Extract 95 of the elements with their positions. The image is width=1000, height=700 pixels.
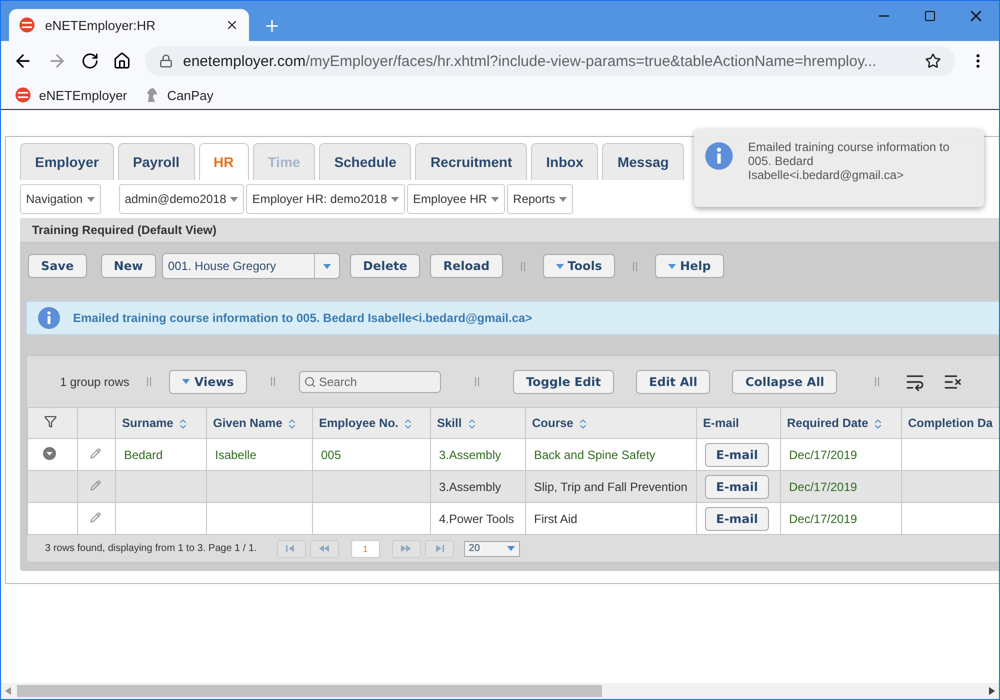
table-cell: 4.Power Tools <box>430 502 526 534</box>
new-button[interactable]: New <box>100 254 156 278</box>
info-icon <box>37 306 61 330</box>
column-header[interactable]: Surname <box>116 408 206 438</box>
pager-arrow-icon <box>401 545 412 552</box>
pager-arrow-icon <box>434 545 444 552</box>
logo-icon <box>15 87 31 103</box>
nav-dropdown[interactable]: admin@demo2018 <box>118 184 244 214</box>
email-button[interactable]: E-mail <box>705 506 770 530</box>
scroll-left-icon[interactable] <box>5 687 11 695</box>
column-header[interactable]: Given Name <box>206 408 312 438</box>
panel-title: Training Required (Default View) <box>20 218 999 243</box>
edit-icon[interactable] <box>90 448 101 458</box>
delete-button[interactable]: Delete <box>350 254 420 278</box>
help-button[interactable]: Help <box>655 254 724 278</box>
toast-text: Isabelle<i.bedard@gmail.ca> <box>748 168 905 182</box>
email-button[interactable]: E-mail <box>705 474 770 498</box>
module-tab[interactable]: Payroll <box>118 143 195 180</box>
caret-icon <box>322 264 331 268</box>
column-header[interactable]: Course <box>526 408 696 438</box>
toast-text: 005. Bedard <box>748 154 814 169</box>
column-header[interactable]: E-mail <box>696 408 780 438</box>
edit-icon[interactable] <box>90 480 101 490</box>
search-icon <box>304 376 316 388</box>
caret-icon <box>491 196 500 202</box>
caret-icon <box>182 379 190 384</box>
caret-icon <box>556 264 564 268</box>
table-cell: First Aid <box>526 502 696 534</box>
module-tab[interactable]: Inbox <box>531 143 598 180</box>
separator-handle-icon <box>875 377 880 386</box>
group-rows-count: 1 group rows <box>60 374 130 388</box>
separator-handle-icon <box>633 262 637 270</box>
horse-icon <box>145 87 160 103</box>
maximize-icon[interactable] <box>924 10 936 22</box>
new-tab-icon[interactable] <box>263 17 281 35</box>
caret-icon <box>230 196 238 202</box>
tab-title: eNETEmployer:HR <box>45 18 157 32</box>
caret-icon <box>86 196 95 202</box>
browser-tab[interactable]: eNETEmployer:HR <box>9 9 249 41</box>
toggle-edit-button[interactable]: Toggle Edit <box>512 370 614 394</box>
lock-icon <box>159 54 173 68</box>
bookmark[interactable]: eNETEmployer <box>15 87 128 103</box>
info-icon <box>704 141 734 171</box>
table-row[interactable]: Bedard Isabelle 005 3.Assembly Back and Spine Safety E-mail Dec/17/2019 <box>28 438 999 470</box>
table-cell: Dec/17/2019 <box>780 502 902 534</box>
table-row[interactable]: 3.Assembly Slip, Trip and Fall Prevention E-mail Dec/17/2019 <box>28 470 999 502</box>
row-count-text: 3 rows found, displaying from 1 to 3. Page 1 / 1. <box>45 543 257 554</box>
page-size-select[interactable]: 20 <box>464 540 520 556</box>
save-button[interactable]: Save <box>28 254 87 278</box>
module-tab[interactable]: Employer <box>20 143 114 180</box>
pager-arrow-icon <box>286 545 296 552</box>
views-button[interactable]: Views <box>169 370 247 394</box>
reload-button[interactable]: Reload <box>430 254 503 278</box>
bookmark[interactable]: CanPay <box>145 87 214 103</box>
separator-handle-icon <box>270 377 275 386</box>
filter-header[interactable] <box>28 408 78 438</box>
column-header[interactable]: Skill <box>430 408 526 438</box>
module-tab[interactable]: Messag <box>602 143 684 180</box>
nav-dropdown[interactable]: Navigation <box>20 184 101 214</box>
edit-all-button[interactable]: Edit All <box>636 370 710 394</box>
logo-icon <box>19 17 35 33</box>
caret-icon <box>668 264 676 268</box>
caret-icon <box>506 546 515 551</box>
email-button[interactable]: E-mail <box>705 442 770 466</box>
filter-icon <box>44 415 57 428</box>
scroll-right-icon[interactable] <box>989 687 995 695</box>
nav-dropdown[interactable]: Employer HR: demo2018 <box>246 184 406 214</box>
close-icon[interactable] <box>225 18 239 32</box>
column-header[interactable]: Employee No. <box>312 408 430 438</box>
address-bar[interactable]: enetemployer.com/myEmployer/faces/hr.xhtml?include-view-params=true&tableActionName=hremploy... <box>145 46 955 76</box>
toast-text: Emailed training course information to <box>748 141 950 155</box>
horizontal-scrollbar[interactable] <box>1 683 999 699</box>
home-icon[interactable] <box>113 52 131 70</box>
module-tab[interactable]: Schedule <box>319 143 412 180</box>
column-header[interactable]: Completion Da <box>902 408 999 438</box>
nav-dropdown[interactable]: Reports <box>507 184 574 214</box>
table-row[interactable]: 4.Power Tools First Aid E-mail Dec/17/2019 <box>28 502 999 534</box>
collapse-toggle-icon[interactable] <box>43 446 56 460</box>
collapse-all-button[interactable]: Collapse All <box>732 370 838 394</box>
tools-button[interactable]: Tools <box>542 254 615 278</box>
column-header[interactable]: Required Date <box>780 408 902 438</box>
separator-handle-icon <box>520 262 525 270</box>
search-field[interactable]: Search <box>298 370 441 392</box>
edit-icon[interactable] <box>90 512 101 522</box>
caret-icon <box>391 196 400 202</box>
separator-handle-icon <box>474 377 479 386</box>
star-icon[interactable] <box>925 53 941 69</box>
reload-icon[interactable] <box>81 52 99 70</box>
employee-select[interactable]: 001. House Gregory <box>162 253 340 279</box>
nav-dropdown[interactable]: Employee HR <box>407 184 506 214</box>
module-tab[interactable]: Recruitment <box>415 143 528 180</box>
separator-handle-icon <box>147 377 152 386</box>
caret-icon <box>559 196 568 202</box>
info-message: Emailed training course information to 005. Bedard Isabelle<i.bedard@gmail.ca> <box>26 301 999 335</box>
pager-arrow-icon <box>319 545 330 552</box>
